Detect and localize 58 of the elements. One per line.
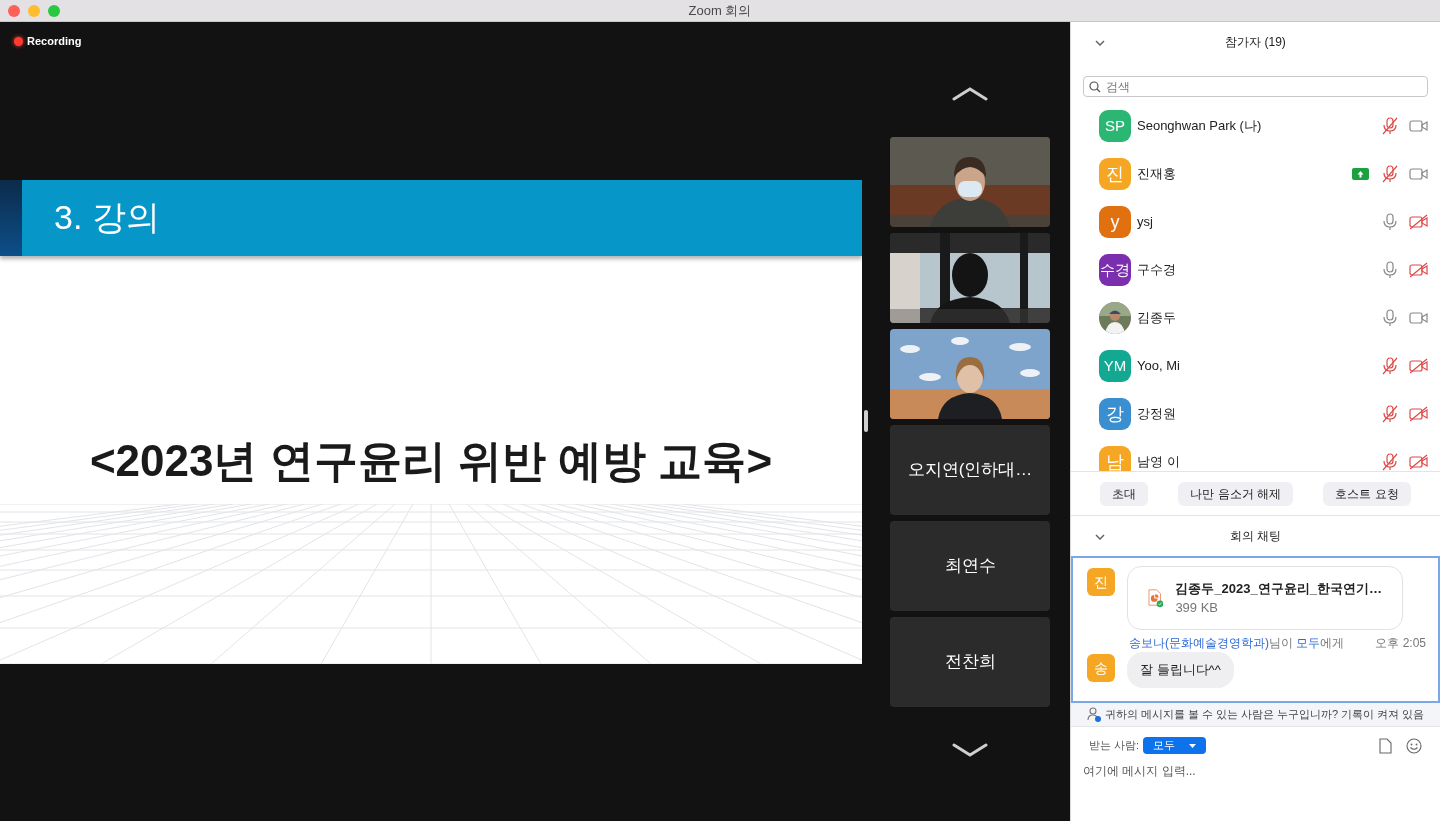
participant-row[interactable]: SP Seonghwan Park (나) (1071, 102, 1440, 150)
window-title: Zoom 회의 (688, 1, 752, 20)
file-name: 김종두_2023_연구윤리_한국연기… (1175, 579, 1382, 598)
participant-name: 구수경 (1137, 261, 1177, 280)
participant-name: 전찬희 (944, 650, 996, 673)
slide-title: <2023년 연구윤리 위반 예방 교육> (89, 434, 773, 487)
participant-name: 오지연(인하대… (907, 458, 1033, 481)
message-time: 오후 2:05 (1375, 635, 1426, 652)
panel-button[interactable]: 호스트 요청 (1323, 481, 1411, 506)
recipient-label: 받는 사람: (1089, 738, 1140, 754)
avatar: 진 (1087, 568, 1115, 596)
participant-name: Seonghwan Park (나) (1137, 117, 1263, 136)
collapse-icon[interactable] (1095, 534, 1105, 540)
participant-name: ysj (1137, 213, 1154, 232)
chat-title: 회의 채팅 (1229, 528, 1282, 545)
participant-name: 최연수 (944, 554, 996, 577)
participant-row[interactable]: 김종두 (1071, 294, 1440, 342)
search-field[interactable]: 검색 (1083, 76, 1428, 97)
video-tile[interactable]: 최연수 (890, 520, 1050, 611)
video-tile[interactable]: 전찬희 (890, 616, 1050, 707)
recipient-dropdown[interactable]: 모두 (1143, 737, 1207, 754)
panel-title: 참가자 (19) (1225, 34, 1286, 51)
participant-row[interactable]: 진 진재홍 (1071, 150, 1440, 198)
participant-name: 김종두 (1137, 309, 1177, 328)
file-size: 399 KB (1175, 599, 1220, 617)
participant-name: 진재홍 (1137, 165, 1177, 184)
message-header: 송보나(문화예술경영학과)님이 모두에게 (1129, 635, 1346, 652)
participant-name: 남영 이 (1137, 453, 1181, 471)
avatar: 강 (1099, 398, 1131, 430)
participant-name: Yoo, Mi (1137, 357, 1181, 376)
file-icon[interactable] (1379, 737, 1392, 754)
emoji-icon[interactable] (1406, 737, 1422, 754)
avatar: 수경 (1099, 254, 1131, 286)
video-tile[interactable]: 오지연(인하대… (890, 424, 1050, 515)
dropdown-caret-icon (1189, 743, 1197, 748)
avatar: 남 (1099, 446, 1131, 471)
avatar: 진 (1099, 158, 1131, 190)
slide-heading: 3. 강의 (54, 197, 160, 238)
file-attachment-card[interactable]: 김종두_2023_연구윤리_한국연기… 399 KB (1127, 566, 1403, 630)
message-input-field[interactable]: 여기에 메시지 입력... (1083, 760, 1428, 782)
avatar: YM (1099, 350, 1131, 382)
panel-button[interactable]: 초대 (1100, 481, 1149, 506)
privacy-user-icon (1086, 707, 1101, 722)
search-icon (1089, 81, 1101, 93)
resize-handle[interactable] (864, 410, 868, 432)
avatar: SP (1099, 110, 1131, 142)
collapse-icon[interactable] (1095, 40, 1105, 46)
recording-label: Recording (27, 34, 82, 49)
participant-row[interactable]: 강 강정원 (1071, 390, 1440, 438)
message-bubble: 잘 들립니다^^ (1127, 652, 1234, 688)
participant-row[interactable]: 수경 구수경 (1071, 246, 1440, 294)
panel-button[interactable]: 나만 음소거 해제 (1178, 481, 1294, 506)
participant-row[interactable]: 남 남영 이 (1071, 438, 1440, 471)
avatar: 송 (1087, 654, 1115, 682)
participant-row[interactable]: y ysj (1071, 198, 1440, 246)
avatar: y (1099, 206, 1131, 238)
participant-name: 강정원 (1137, 405, 1177, 424)
participant-row[interactable]: YM Yoo, Mi (1071, 342, 1440, 390)
